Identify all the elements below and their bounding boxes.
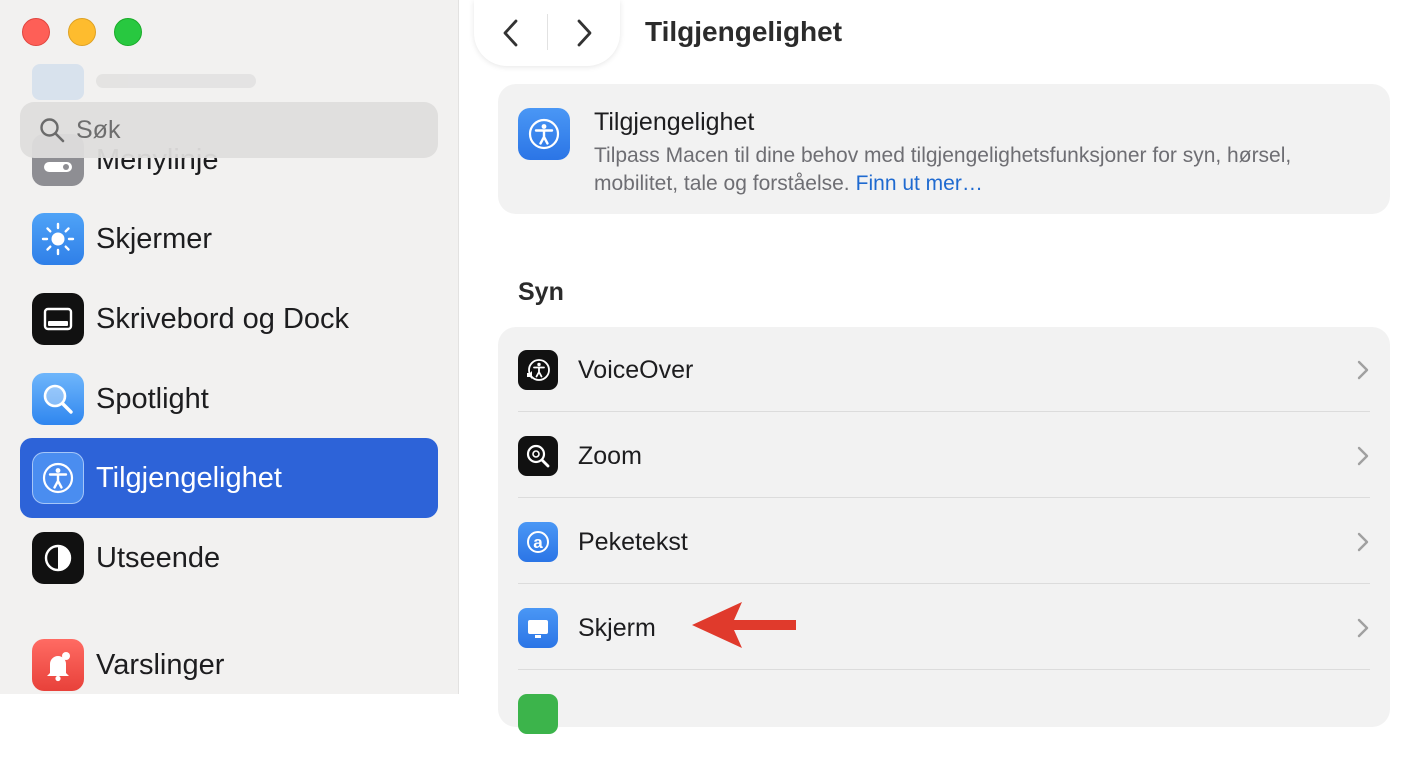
row-voiceover[interactable]: VoiceOver (498, 327, 1390, 413)
search-field[interactable] (20, 102, 438, 158)
sidebar-item-label: Skjermer (96, 222, 213, 255)
sidebar-item-label: Utseende (96, 541, 221, 574)
chevron-right-icon (1357, 446, 1369, 466)
voiceover-icon (518, 350, 558, 390)
sidebar-item-tilgjengelighet[interactable]: Tilgjengelighet (20, 438, 438, 518)
intro-title: Tilgjengelighet (594, 108, 755, 136)
search-icon (40, 118, 65, 143)
learn-more-link[interactable]: Finn ut mer… (856, 172, 983, 195)
brightness-icon (32, 213, 84, 265)
sidebar-item-skjermer[interactable]: Skjermer (20, 199, 438, 279)
magnifier-icon (32, 373, 84, 425)
accessibility-icon (32, 452, 84, 504)
navigation-buttons (474, 0, 620, 66)
row-next-partial[interactable] (498, 671, 1390, 757)
row-skjerm[interactable]: Skjerm (498, 585, 1390, 671)
window-controls (22, 18, 142, 46)
row-peketekst[interactable]: a Peketekst (498, 499, 1390, 585)
row-label: Peketekst (578, 528, 688, 556)
sidebar-item-skrivebord-og-dock[interactable]: Skrivebord og Dock (20, 279, 438, 359)
vision-settings-list: VoiceOver Zoom a Peketekst Skjerm (498, 327, 1390, 734)
sidebar-item-varslinger[interactable]: Varslinger (20, 625, 438, 694)
annotation-arrow-icon (692, 602, 796, 648)
minimize-window-button[interactable] (68, 18, 96, 46)
dock-icon (32, 293, 84, 345)
scrolled-item-ghost (32, 60, 292, 100)
section-title: Syn (518, 278, 564, 306)
accessibility-icon (518, 108, 570, 160)
chevron-right-icon (1357, 618, 1369, 638)
chevron-right-icon (1357, 532, 1369, 552)
divider (518, 583, 1370, 584)
intro-card: Tilgjengelighet Tilpass Macen til dine b… (498, 84, 1390, 214)
chevron-left-icon (503, 19, 517, 47)
hover-text-icon: a (518, 522, 558, 562)
sidebar-item-label: Skrivebord og Dock (96, 302, 350, 335)
back-button[interactable] (491, 13, 531, 53)
zoom-icon (518, 436, 558, 476)
sidebar: Menylinje Skjermer Skrivebord og Do (0, 0, 459, 694)
bell-icon (32, 639, 84, 691)
partial-row-icon (518, 694, 558, 734)
row-label: Zoom (578, 442, 642, 470)
close-window-button[interactable] (22, 18, 50, 46)
display-icon (518, 608, 558, 648)
sidebar-item-label: Spotlight (96, 382, 209, 415)
sidebar-item-spotlight[interactable]: Spotlight (20, 359, 438, 439)
sidebar-item-label: Varslinger (96, 648, 225, 681)
divider (518, 411, 1370, 412)
row-label: Skjerm (578, 614, 656, 642)
sidebar-item-utseende[interactable]: Utseende (20, 518, 438, 598)
divider (518, 497, 1370, 498)
chevron-right-icon (577, 19, 591, 47)
chevron-right-icon (1357, 360, 1369, 380)
divider (518, 669, 1370, 670)
zoom-window-button[interactable] (114, 18, 142, 46)
row-label: VoiceOver (578, 356, 694, 384)
svg-text:a: a (533, 533, 543, 552)
intro-description: Tilpass Macen til dine behov med tilgjen… (594, 142, 1354, 198)
row-zoom[interactable]: Zoom (498, 413, 1390, 499)
search-input[interactable] (76, 115, 396, 145)
appearance-icon (32, 532, 84, 584)
sidebar-item-label: Tilgjengelighet (96, 461, 282, 494)
forward-button[interactable] (564, 13, 604, 53)
window-title: Tilgjengelighet (645, 16, 843, 47)
